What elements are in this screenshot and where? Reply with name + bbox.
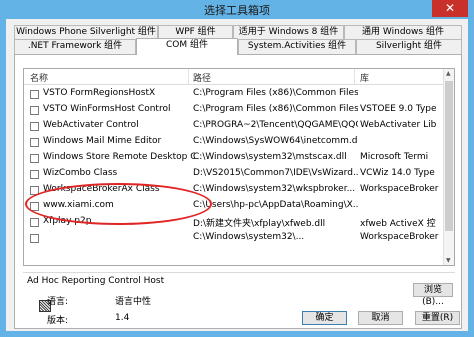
item-name: VSTO WinFormsHost Control xyxy=(43,104,171,114)
item-checkbox[interactable] xyxy=(30,170,39,179)
item-checkbox[interactable] xyxy=(30,218,39,227)
list-item[interactable]: VSTO FormRegionsHostX C:\Program Files (… xyxy=(24,87,444,102)
item-name: VSTO FormRegionsHostX xyxy=(43,88,156,98)
tab-panel: 名称 路径 库 VSTO FormRegionsHostX C:\Program… xyxy=(14,54,462,329)
item-checkbox[interactable] xyxy=(30,106,39,115)
tab-dotnet-framework[interactable]: .NET Framework 组件 xyxy=(14,39,136,54)
item-lib: WorkspaceBroker xyxy=(360,232,439,242)
column-path-header[interactable]: 路径 xyxy=(193,71,211,84)
item-lib: VCWiz 14.0 Type xyxy=(360,168,435,178)
item-path: C:\Windows\system32\mstscax.dll xyxy=(193,152,347,162)
scroll-up-icon[interactable]: ▲ xyxy=(446,70,451,77)
tab-system-activities[interactable]: System.Activities 组件 xyxy=(238,39,356,54)
item-path: C:\Program Files (x86)\Common Files\... xyxy=(193,104,358,114)
item-path: C:\Users\hp-pc\AppData\Roaming\X... xyxy=(193,200,358,210)
item-lib: WebActivater Lib xyxy=(360,120,437,130)
item-path: C:\Windows\system32\... xyxy=(193,232,305,242)
item-lib: xfweb ActiveX 控 xyxy=(360,219,436,229)
close-button[interactable]: ✕ xyxy=(432,0,468,17)
item-name: Windows Store Remote Desktop C... xyxy=(43,152,195,162)
tab-windows8[interactable]: 适用于 Windows 8 组件 xyxy=(233,25,344,40)
list-item[interactable]: C:\Windows\system32\... WorkspaceBroker xyxy=(24,231,444,246)
tab-universal-windows[interactable]: 通用 Windows 组件 xyxy=(344,25,462,40)
item-path: D:\VS2015\Common7\IDE\VsWizard... xyxy=(193,168,358,178)
column-name-header[interactable]: 名称 xyxy=(30,71,48,84)
item-checkbox[interactable] xyxy=(30,234,39,243)
list-item[interactable]: Windows Mail Mime Editor C:\Windows\SysW… xyxy=(24,135,444,150)
scrollbar-thumb[interactable] xyxy=(445,81,453,231)
dialog-window: 选择工具箱项 ✕ Windows Phone Silverlight 组件 WP… xyxy=(0,0,474,337)
browse-button[interactable]: 浏览(B)... xyxy=(413,283,453,307)
component-list: 名称 路径 库 VSTO FormRegionsHostX C:\Program… xyxy=(23,68,455,266)
item-checkbox[interactable] xyxy=(30,122,39,131)
item-checkbox[interactable] xyxy=(30,154,39,163)
item-checkbox[interactable] xyxy=(30,90,39,99)
ok-button[interactable]: 确定 xyxy=(302,311,347,325)
list-item[interactable]: WizCombo Class D:\VS2015\Common7\IDE\VsW… xyxy=(24,167,444,182)
item-checkbox[interactable] xyxy=(30,138,39,147)
item-path: C:\Windows\SysWOW64\inetcomm.dll xyxy=(193,136,358,146)
column-separator[interactable] xyxy=(188,69,189,84)
item-path: C:\PROGRA~2\Tencent\QQGAME\QQG... xyxy=(193,120,358,130)
item-path: C:\Windows\system32\wkspbroker... xyxy=(193,184,356,194)
cancel-button[interactable]: 取消 xyxy=(358,311,403,325)
window-title: 选择工具箱项 xyxy=(204,4,270,17)
list-header: 名称 路径 库 xyxy=(24,69,444,85)
item-path: C:\Program Files (x86)\Common Files\... xyxy=(193,88,358,98)
tab-silverlight[interactable]: Silverlight 组件 xyxy=(356,39,462,54)
column-lib-header[interactable]: 库 xyxy=(360,71,369,84)
item-lib: WorkspaceBroker xyxy=(360,184,439,194)
red-annotation-circle xyxy=(25,183,212,225)
list-item[interactable]: WebActivater Control C:\PROGRA~2\Tencent… xyxy=(24,119,444,134)
list-item[interactable]: VSTO WinFormsHost Control C:\Program Fil… xyxy=(24,103,444,118)
list-item[interactable]: Windows Store Remote Desktop C... C:\Win… xyxy=(24,151,444,166)
tab-com[interactable]: COM 组件 xyxy=(136,38,238,55)
item-name: WebActivater Control xyxy=(43,120,139,130)
item-lib: Microsoft Termi xyxy=(360,152,429,162)
title-bar: 选择工具箱项 ✕ xyxy=(0,0,474,19)
item-path: D:\新建文件夹\xfplay\xfweb.dll xyxy=(193,219,326,229)
details-title: Ad Hoc Reporting Control Host xyxy=(27,276,165,286)
dialog-body: Windows Phone Silverlight 组件 WPF 组件 适用于 … xyxy=(6,19,468,331)
column-separator[interactable] xyxy=(354,69,355,84)
vertical-scrollbar[interactable]: ▲ ▼ xyxy=(443,69,454,265)
version-value: 1.4 xyxy=(115,313,130,323)
scroll-down-icon[interactable]: ▼ xyxy=(446,257,451,264)
item-lib: VSTOEE 9.0 Type xyxy=(360,104,437,114)
language-label: 语言: xyxy=(47,297,69,307)
item-name: WizCombo Class xyxy=(43,168,118,178)
language-value: 语言中性 xyxy=(115,297,152,307)
item-name: Windows Mail Mime Editor xyxy=(43,136,162,146)
version-label: 版本: xyxy=(47,316,69,326)
reset-button[interactable]: 重置(R) xyxy=(415,311,460,325)
